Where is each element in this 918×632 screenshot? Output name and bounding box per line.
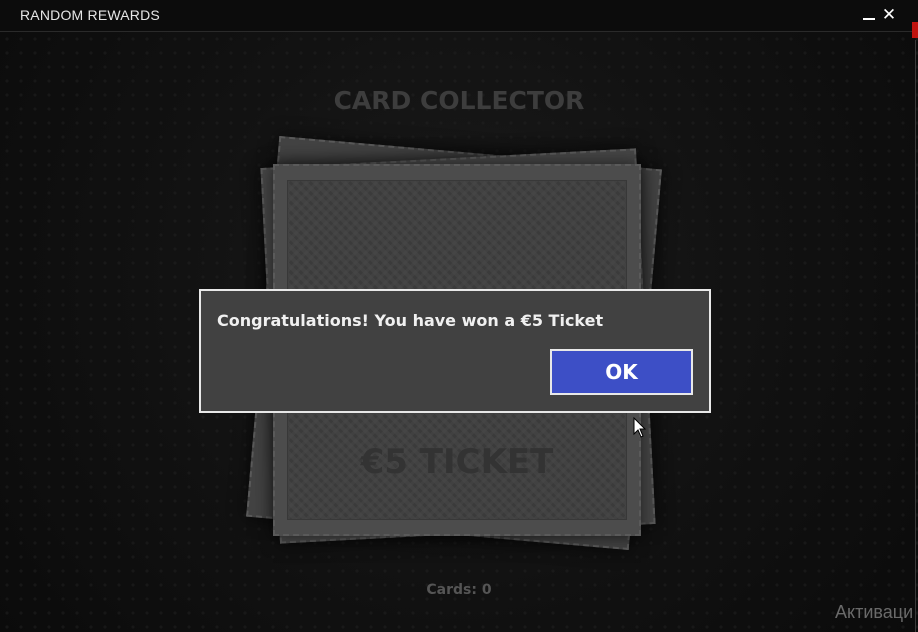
close-icon[interactable]: ✕ — [880, 5, 898, 25]
dialog-message: Congratulations! You have won a €5 Ticke… — [217, 311, 604, 330]
minimize-icon[interactable] — [860, 5, 878, 25]
ok-button[interactable]: OK — [550, 349, 693, 395]
window-title: RANDOM REWARDS — [20, 7, 160, 23]
card-label: €5 TICKET — [360, 442, 554, 482]
cards-counter: Cards: 0 — [426, 582, 492, 598]
window-edge-divider — [915, 40, 916, 632]
mouse-pointer-icon — [633, 417, 647, 438]
title-bar[interactable]: RANDOM REWARDS ✕ — [0, 0, 918, 32]
game-heading: CARD COLLECTOR — [333, 86, 585, 115]
edge-indicator — [912, 22, 918, 38]
activation-watermark: Активаци — [835, 602, 914, 622]
reward-window: RANDOM REWARDS ✕ CARD COLLECTOR €5 TICKE… — [0, 0, 918, 632]
reward-dialog: Congratulations! You have won a €5 Ticke… — [199, 289, 711, 413]
